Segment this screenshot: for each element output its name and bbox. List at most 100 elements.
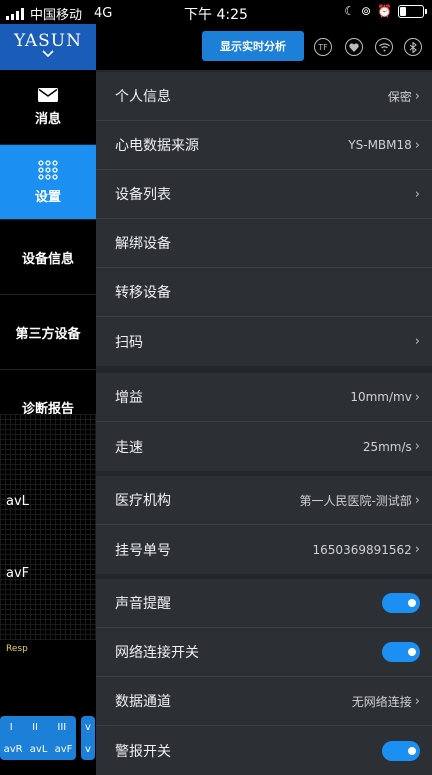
settings-panel: 个人信息 保密 › 心电数据来源 YS-MBM18 › 设备列表 › 解绑设备 转移… xyxy=(96,70,432,775)
settings-group-display: 增益 10mm/mv › 走速 25mm/s › xyxy=(96,373,432,471)
heart-icon xyxy=(345,38,363,56)
row-label: 个人信息 xyxy=(115,89,171,105)
row-sound-reminder: 声音提醒 xyxy=(96,579,432,628)
chip-lead: avR xyxy=(3,743,23,755)
row-label: 走速 xyxy=(115,439,143,456)
grid-dots-icon xyxy=(38,159,58,180)
top-bar: 显示实时分析 TF xyxy=(96,24,432,70)
chevron-right-icon: › xyxy=(414,88,420,104)
nav-device-info[interactable]: 设备信息 xyxy=(0,220,96,295)
row-value-text: 25mm/s xyxy=(362,439,412,454)
row-unbind-device[interactable]: 解绑设备 xyxy=(96,219,432,268)
status-right: ☾ ⊚ ⏰ xyxy=(344,4,427,18)
row-data-channel[interactable]: 数据通道 无网络连接 › xyxy=(96,677,432,726)
alarm-switch-toggle[interactable] xyxy=(382,740,420,761)
chevron-right-icon: › xyxy=(414,492,420,508)
row-medical-institution[interactable]: 医疗机构 第一人民医院-测试部 › xyxy=(96,476,432,525)
lead-chips: I II III avR avL avF v v xyxy=(0,716,95,760)
row-ecg-data-source[interactable]: 心电数据来源 YS-MBM18 › xyxy=(96,121,432,170)
row-value-text: 1650369891562 xyxy=(312,542,412,557)
nav-device-info-label: 设备信息 xyxy=(21,251,74,267)
settings-group-alerts: 声音提醒 网络连接开关 数据通道 无网络连接 › 警报开关 xyxy=(96,579,432,775)
toggle-knob xyxy=(408,599,416,607)
row-label: 网络连接开关 xyxy=(115,645,199,661)
wifi-icon xyxy=(375,38,393,56)
row-label: 数据通道 xyxy=(115,694,171,710)
status-bar: 中国移动 4G 下午 4:25 ☾ ⊚ ⏰ xyxy=(0,0,432,24)
lead-group-chip[interactable]: I II III avR avL avF xyxy=(0,716,76,760)
ecg-grid xyxy=(0,414,96,640)
toggle-knob xyxy=(408,648,416,656)
row-value: › xyxy=(415,334,420,349)
row-gain[interactable]: 增益 10mm/mv › xyxy=(96,373,432,422)
chip-lead: I xyxy=(9,721,13,733)
row-label: 设备列表 xyxy=(115,187,171,203)
sidebar: YASUN 消息 设置 设备信息 第三方设备 诊断报告 xyxy=(0,24,96,768)
tf-label: TF xyxy=(318,42,328,52)
row-transfer-device[interactable]: 转移设备 xyxy=(96,268,432,317)
settings-group-device: 个人信息 保密 › 心电数据来源 YS-MBM18 › 设备列表 › 解绑设备 转移… xyxy=(96,72,432,366)
chip-lead: v xyxy=(85,721,91,733)
row-value: 无网络连接 › xyxy=(352,693,420,710)
moon-icon: ☾ xyxy=(344,4,355,18)
bluetooth-icon xyxy=(404,38,422,56)
chevron-right-icon: › xyxy=(414,439,420,454)
orientation-lock-icon: ⊚ xyxy=(360,4,372,18)
chip-lead: III xyxy=(57,721,67,733)
row-device-list[interactable]: 设备列表 › xyxy=(96,170,432,219)
nav-third-party-device[interactable]: 第三方设备 xyxy=(0,295,96,370)
chip-lead: II xyxy=(32,721,38,733)
row-value: 25mm/s › xyxy=(363,439,420,454)
chevron-right-icon: › xyxy=(414,389,420,405)
sound-reminder-toggle[interactable] xyxy=(382,593,420,613)
row-value-text: 10mm/mv xyxy=(350,390,412,404)
row-personal-info[interactable]: 个人信息 保密 › xyxy=(96,72,432,121)
chevron-right-icon: › xyxy=(414,542,420,557)
tf-card-icon: TF xyxy=(314,38,332,56)
battery-level xyxy=(400,6,406,16)
row-value-text: 保密 xyxy=(387,89,412,104)
row-registration-number[interactable]: 挂号单号 1650369891562 › xyxy=(96,525,432,574)
row-label: 挂号单号 xyxy=(115,542,171,559)
settings-group-institution: 医疗机构 第一人民医院-测试部 › 挂号单号 1650369891562 › xyxy=(96,476,432,574)
row-value-text: 无网络连接 xyxy=(351,694,412,709)
row-label: 医疗机构 xyxy=(115,493,171,509)
row-label: 转移设备 xyxy=(115,285,171,301)
row-label: 扫码 xyxy=(115,334,143,351)
chevron-right-icon: › xyxy=(414,334,420,349)
row-value: › xyxy=(415,187,420,202)
row-scan-code[interactable]: 扫码 › xyxy=(96,317,432,366)
row-value: 第一人民医院-测试部 › xyxy=(299,492,420,509)
row-label: 增益 xyxy=(115,390,143,406)
row-speed[interactable]: 走速 25mm/s › xyxy=(96,422,432,471)
row-network-switch: 网络连接开关 xyxy=(96,628,432,677)
row-label: 警报开关 xyxy=(115,743,171,760)
lead-group-chip-2[interactable]: v v xyxy=(81,716,95,760)
resp-label: Resp xyxy=(6,644,28,654)
row-label: 解绑设备 xyxy=(115,236,171,252)
row-value: 保密 › xyxy=(388,88,420,105)
nav-messages-label: 消息 xyxy=(34,111,61,127)
chip-lead: v xyxy=(85,743,91,755)
chevron-right-icon: › xyxy=(414,693,420,709)
row-value-text: 第一人民医院-测试部 xyxy=(299,493,412,508)
lead-label-avl: avL xyxy=(6,494,29,509)
chip-lead: avF xyxy=(54,743,73,755)
realtime-analysis-button[interactable]: 显示实时分析 xyxy=(202,31,304,61)
nav-settings[interactable]: 设置 xyxy=(0,145,96,220)
row-value: YS-MBM18 › xyxy=(348,138,420,153)
nav-messages[interactable]: 消息 xyxy=(0,70,96,145)
row-label: 心电数据来源 xyxy=(115,138,199,154)
row-value: 10mm/mv › xyxy=(350,390,420,405)
alarm-icon: ⏰ xyxy=(377,4,392,18)
chevron-right-icon: › xyxy=(414,137,420,153)
nav-third-party-label: 第三方设备 xyxy=(15,326,81,342)
toggle-knob xyxy=(408,746,416,755)
nav-settings-label: 设置 xyxy=(34,189,61,205)
row-value: 1650369891562 › xyxy=(313,542,420,557)
row-value-text: YS-MBM18 xyxy=(348,138,412,152)
lead-label-avf: avF xyxy=(6,566,30,581)
row-label: 声音提醒 xyxy=(115,596,171,612)
network-switch-toggle[interactable] xyxy=(382,642,420,662)
logo-dropdown[interactable]: YASUN xyxy=(0,24,96,70)
